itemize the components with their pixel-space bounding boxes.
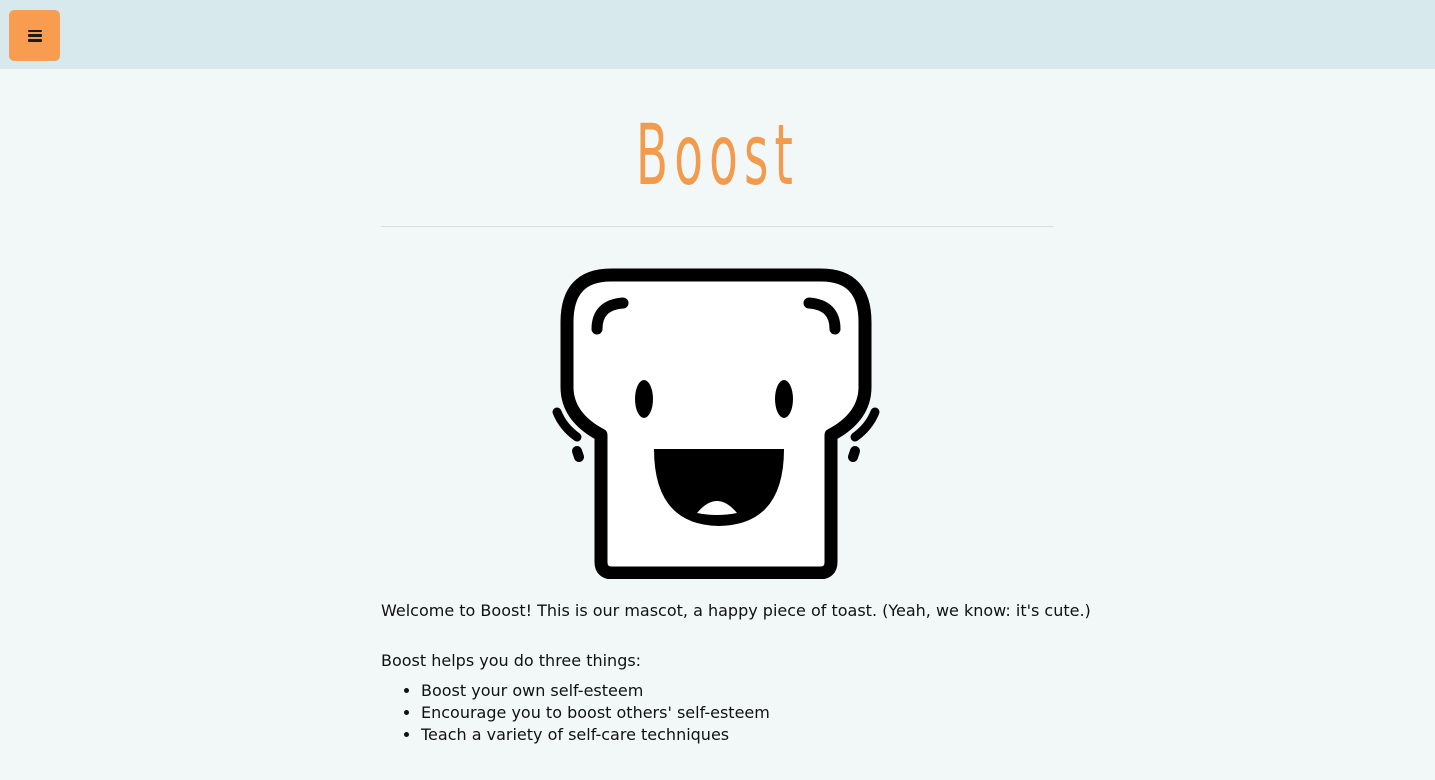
title-divider xyxy=(381,226,1054,227)
toast-body xyxy=(560,268,872,579)
mascot-caption: Welcome to Boost! This is our mascot, a … xyxy=(381,601,1091,620)
toast-mascot-icon xyxy=(552,268,880,579)
feature-list: Boost your own self-esteem Encourage you… xyxy=(381,680,770,746)
intro-text: Boost helps you do three things: xyxy=(381,651,642,670)
right-eye xyxy=(775,380,793,418)
list-item: Teach a variety of self-care techniques xyxy=(421,724,770,746)
list-item: Boost your own self-esteem xyxy=(421,680,770,702)
hamburger-menu-icon xyxy=(27,29,42,42)
list-item: Encourage you to boost others' self-este… xyxy=(421,702,770,724)
page-title: Boost xyxy=(635,106,800,204)
top-bar xyxy=(0,0,1435,69)
main-content: Boost Welcome to Boost! This is our masc… xyxy=(381,69,1091,744)
left-eye xyxy=(635,380,653,418)
menu-button[interactable] xyxy=(9,10,60,61)
